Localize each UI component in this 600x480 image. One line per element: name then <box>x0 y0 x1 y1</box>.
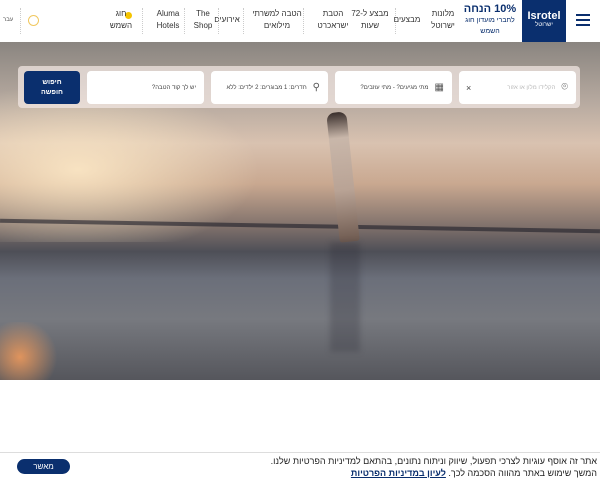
location-pin-icon: ⌾ <box>561 81 568 93</box>
guests-text: חדרים: 1 מבוגרים: 2 ילדים: ללא <box>226 84 307 91</box>
user-icon[interactable] <box>28 15 39 26</box>
promo-subtitle: לחברי מועדון חוג השמש <box>465 17 515 35</box>
dates-text: מתי מגיעים? - מתי עוזבים? <box>360 84 429 91</box>
header: Isrotel ישרוטל 10% הנחה לחברי מועדון חוג… <box>0 0 600 42</box>
calendar-icon: ▦ <box>434 82 444 93</box>
nav-deals[interactable]: מבצעים <box>390 14 424 26</box>
promo[interactable]: 10% הנחה לחברי מועדון חוג השמש <box>462 3 518 37</box>
person-icon: ⚲ <box>312 82 320 93</box>
logo[interactable]: Isrotel ישרוטל <box>522 0 566 42</box>
logo-subtext: ישרוטל <box>535 22 553 28</box>
language-selector[interactable]: עבר <box>3 17 13 23</box>
nav-aluma[interactable]: Aluma Hotels <box>152 8 184 32</box>
cookie-text-line2: המשך שימוש באתר מהווה הסכמה לכך. <box>448 468 597 478</box>
nav-isracard[interactable]: הטבת ישראכרט <box>308 8 358 32</box>
cookie-banner: אתר זה אוסף עוגיות לצרכי תפעול, שיווק ונ… <box>0 452 600 480</box>
nav-reservists[interactable]: הטבה למשרתי מילואים <box>248 8 306 32</box>
location-placeholder: הקלידו מלון או אזור <box>507 84 556 91</box>
menu-icon[interactable] <box>576 14 590 26</box>
woman-figure <box>326 111 360 243</box>
accept-cookies-button[interactable]: מאשר <box>17 459 70 474</box>
cookie-text-line1: אתר זה אוסף עוגיות לצרכי תפעול, שיווק ונ… <box>270 456 597 466</box>
nav-shop[interactable]: The Shop <box>190 8 216 32</box>
search-button[interactable]: חיפוש חופשה <box>24 71 80 104</box>
location-input[interactable]: ⌾ הקלידו מלון או אזור <box>459 71 576 104</box>
dates-picker[interactable]: ▦ מתי מגיעים? - מתי עוזבים? <box>335 71 452 104</box>
promo-title: 10% הנחה <box>463 3 517 15</box>
promo-code-input[interactable]: יש לך קוד הטבה? <box>87 71 204 104</box>
privacy-policy-link[interactable]: לעיון במדיניות הפרטיות <box>351 468 446 478</box>
promo-code-placeholder: יש לך קוד הטבה? <box>151 84 196 91</box>
nav-hotels[interactable]: מלונות ישרוטל <box>428 8 458 32</box>
guests-picker[interactable]: ⚲ חדרים: 1 מבוגרים: 2 ילדים: ללא <box>211 71 328 104</box>
nav-events[interactable]: אירועים <box>212 14 242 26</box>
nav-sun-club[interactable]: חוג השמש <box>108 8 134 32</box>
clear-location-icon[interactable]: × <box>466 83 471 93</box>
logo-text: Isrotel <box>527 10 561 22</box>
